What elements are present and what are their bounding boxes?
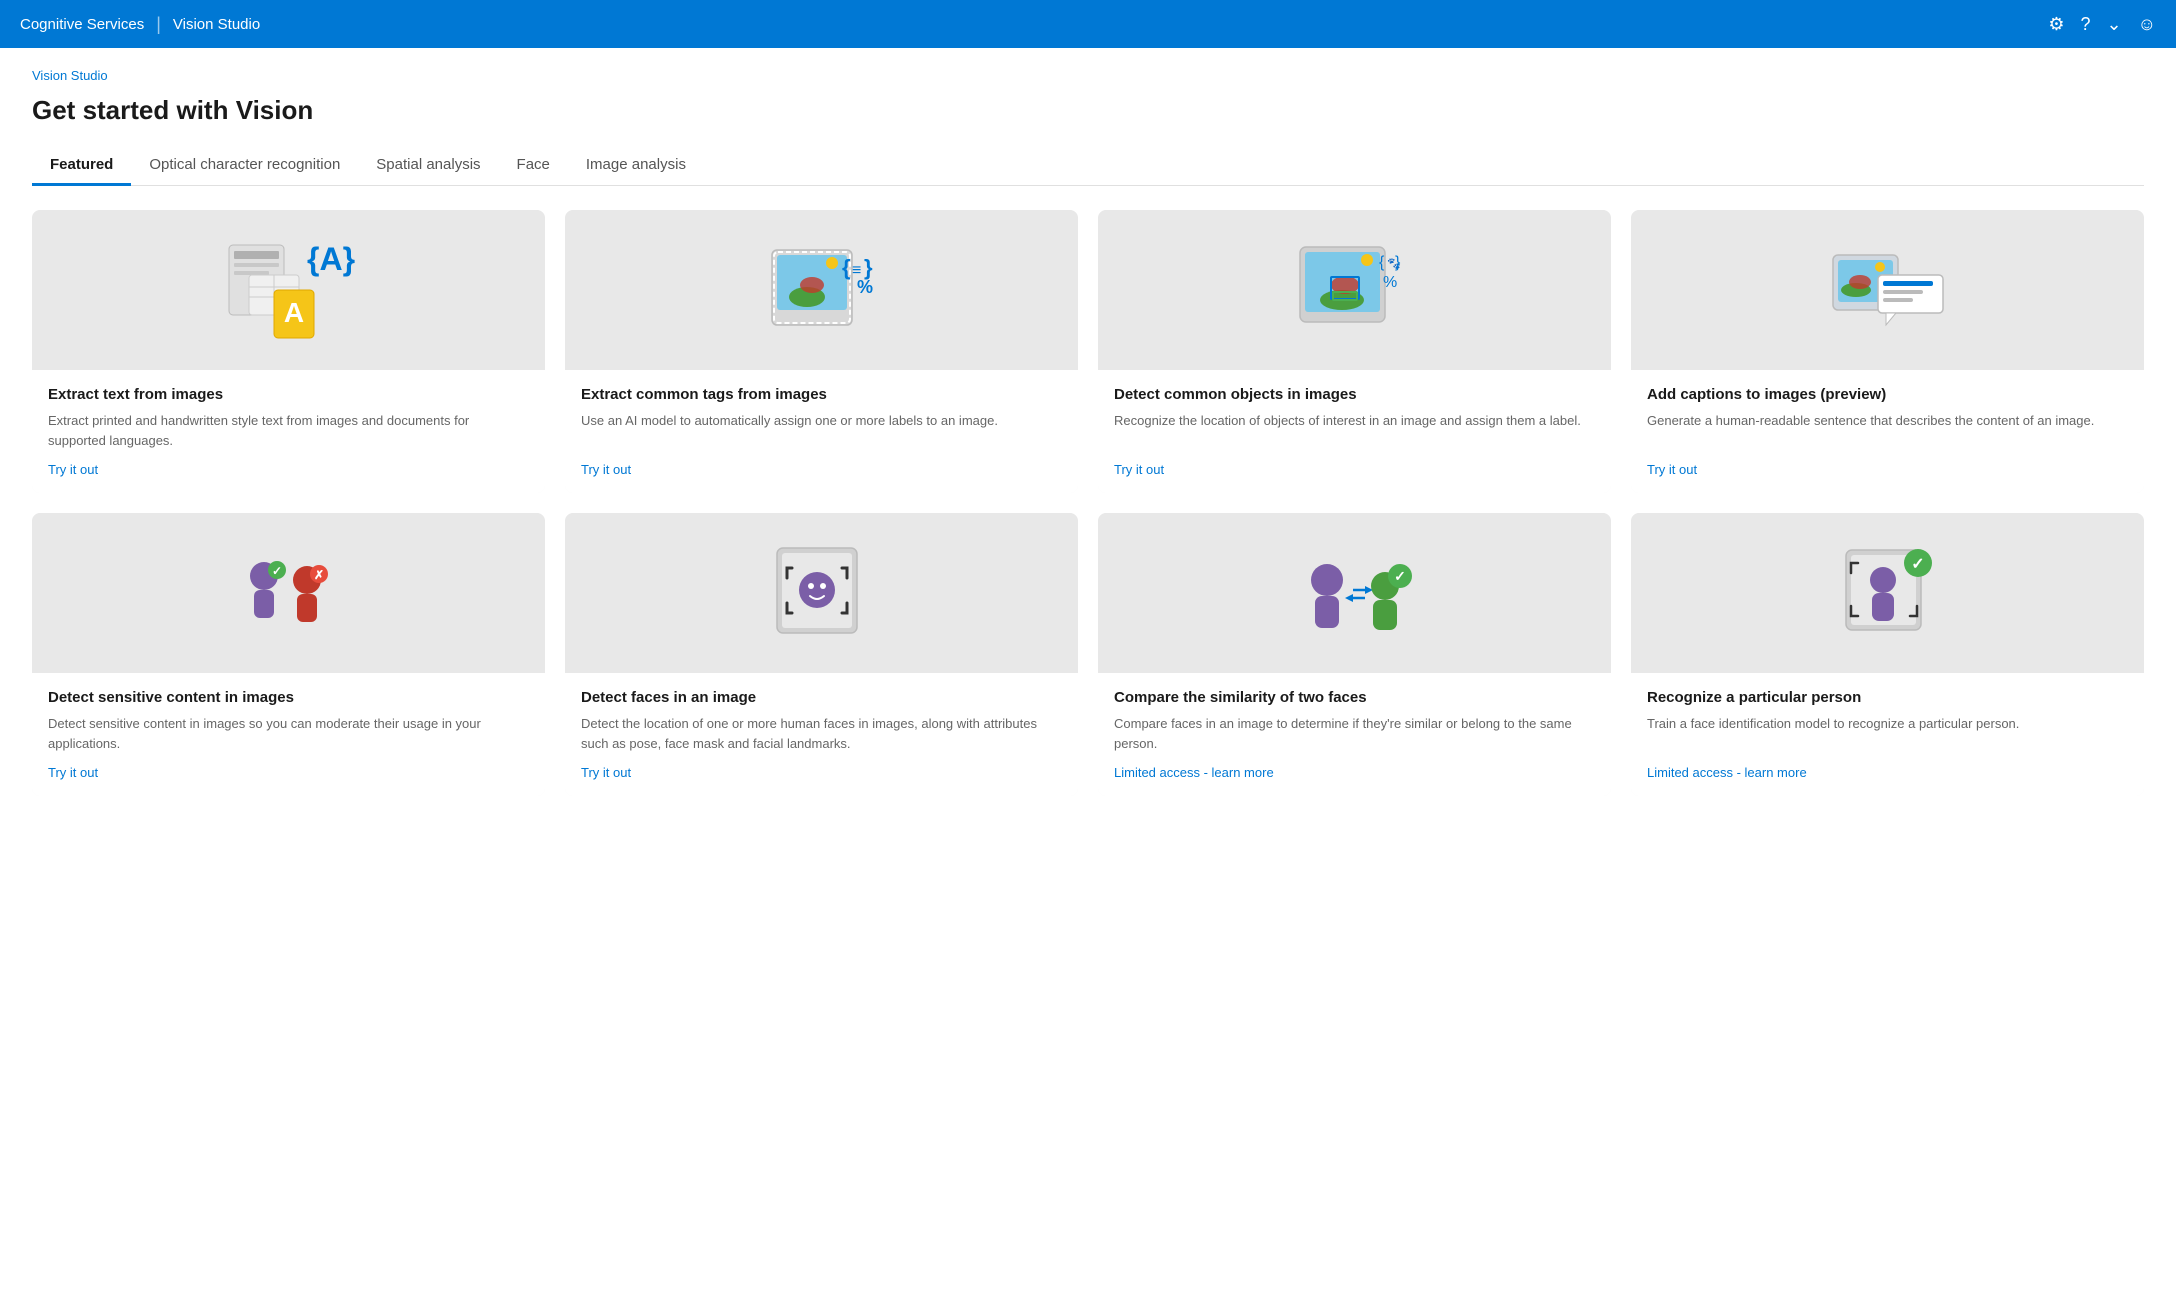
card-body-recognize-person: Recognize a particular person Train a fa… [1631, 673, 2144, 796]
help-icon[interactable]: ? [2081, 14, 2091, 35]
card-title-compare-faces: Compare the similarity of two faces [1114, 689, 1595, 706]
card-image-sensitive-content: ✓ ✗ [32, 513, 545, 673]
page-title: Get started with Vision [32, 95, 2144, 126]
svg-text:✓: ✓ [271, 564, 281, 578]
card-link-sensitive-content[interactable]: Try it out [48, 765, 529, 780]
svg-text:%: % [1383, 274, 1397, 291]
card-compare-faces: ✓ Compare the similarity of two faces Co… [1098, 513, 1611, 796]
card-title-detect-faces: Detect faces in an image [581, 689, 1062, 706]
card-add-captions: Add captions to images (preview) Generat… [1631, 210, 2144, 493]
card-body-extract-tags: Extract common tags from images Use an A… [565, 370, 1078, 493]
card-title-recognize-person: Recognize a particular person [1647, 689, 2128, 706]
svg-text:{: { [842, 255, 851, 280]
chevron-down-icon[interactable]: ⌄ [2107, 14, 2122, 35]
card-desc-extract-text: Extract printed and handwritten style te… [48, 411, 529, 450]
svg-text:✓: ✓ [1911, 556, 1924, 573]
svg-text:✓: ✓ [1394, 568, 1406, 584]
card-sensitive-content: ✓ ✗ Detect sensitive content in images D… [32, 513, 545, 796]
breadcrumb[interactable]: Vision Studio [32, 68, 2144, 83]
card-body-add-captions: Add captions to images (preview) Generat… [1631, 370, 2144, 493]
tab-image-analysis[interactable]: Image analysis [568, 146, 704, 186]
card-body-detect-faces: Detect faces in an image Detect the loca… [565, 673, 1078, 796]
card-desc-detect-faces: Detect the location of one or more human… [581, 714, 1062, 753]
card-title-sensitive-content: Detect sensitive content in images [48, 689, 529, 706]
card-desc-sensitive-content: Detect sensitive content in images so yo… [48, 714, 529, 753]
brand-label: Cognitive Services [20, 16, 144, 33]
card-link-detect-objects[interactable]: Try it out [1114, 462, 1595, 477]
card-desc-recognize-person: Train a face identification model to rec… [1647, 714, 2128, 753]
tab-featured[interactable]: Featured [32, 146, 131, 186]
app-name-label: Vision Studio [173, 16, 260, 33]
card-desc-compare-faces: Compare faces in an image to determine i… [1114, 714, 1595, 753]
tab-ocr[interactable]: Optical character recognition [131, 146, 358, 186]
card-image-compare-faces: ✓ [1098, 513, 1611, 673]
tab-face[interactable]: Face [499, 146, 568, 186]
card-extract-text: A {A} Extract text from images Extract p… [32, 210, 545, 493]
card-desc-detect-objects: Recognize the location of objects of int… [1114, 411, 1595, 450]
card-link-add-captions[interactable]: Try it out [1647, 462, 2128, 477]
top-navigation: Cognitive Services | Vision Studio ⚙ ? ⌄… [0, 0, 2176, 48]
card-desc-add-captions: Generate a human-readable sentence that … [1647, 411, 2128, 450]
account-icon[interactable]: ☺ [2138, 14, 2156, 35]
card-image-recognize-person: ✓ [1631, 513, 2144, 673]
card-body-detect-objects: Detect common objects in images Recogniz… [1098, 370, 1611, 493]
card-link-extract-text[interactable]: Try it out [48, 462, 529, 477]
svg-text:{A}: {A} [307, 241, 355, 277]
card-body-compare-faces: Compare the similarity of two faces Comp… [1098, 673, 1611, 796]
card-detect-objects: { 🐾 } % Detect common objects in images … [1098, 210, 1611, 493]
card-link-extract-tags[interactable]: Try it out [581, 462, 1062, 477]
card-image-detect-objects: { 🐾 } % [1098, 210, 1611, 370]
card-link-compare-faces[interactable]: Limited access - learn more [1114, 765, 1595, 780]
card-image-extract-text: A {A} [32, 210, 545, 370]
cards-row-1: A {A} Extract text from images Extract p… [32, 210, 2144, 493]
card-image-detect-faces [565, 513, 1078, 673]
tab-bar: Featured Optical character recognition S… [32, 146, 2144, 186]
card-title-extract-tags: Extract common tags from images [581, 386, 1062, 403]
svg-text:}: } [1395, 254, 1401, 271]
card-body-sensitive-content: Detect sensitive content in images Detec… [32, 673, 545, 796]
svg-text:✗: ✗ [313, 568, 323, 582]
card-detect-faces: Detect faces in an image Detect the loca… [565, 513, 1078, 796]
nav-icons: ⚙ ? ⌄ ☺ [2048, 14, 2156, 35]
card-image-add-captions [1631, 210, 2144, 370]
card-title-detect-objects: Detect common objects in images [1114, 386, 1595, 403]
card-extract-tags: { ≡ } % Extract common tags from images … [565, 210, 1078, 493]
svg-text:%: % [857, 277, 873, 297]
cards-row-2: ✓ ✗ Detect sensitive content in images D… [32, 513, 2144, 796]
card-link-detect-faces[interactable]: Try it out [581, 765, 1062, 780]
nav-divider: | [156, 14, 161, 35]
card-title-add-captions: Add captions to images (preview) [1647, 386, 2128, 403]
card-recognize-person: ✓ Recognize a particular person Train a … [1631, 513, 2144, 796]
svg-text:A: A [283, 297, 303, 328]
card-title-extract-text: Extract text from images [48, 386, 529, 403]
card-desc-extract-tags: Use an AI model to automatically assign … [581, 411, 1062, 450]
settings-icon[interactable]: ⚙ [2048, 14, 2064, 35]
card-body-extract-text: Extract text from images Extract printed… [32, 370, 545, 493]
card-image-extract-tags: { ≡ } % [565, 210, 1078, 370]
main-content: Vision Studio Get started with Vision Fe… [0, 48, 2176, 1290]
card-link-recognize-person[interactable]: Limited access - learn more [1647, 765, 2128, 780]
tab-spatial[interactable]: Spatial analysis [358, 146, 498, 186]
svg-text:{: { [1379, 254, 1385, 271]
